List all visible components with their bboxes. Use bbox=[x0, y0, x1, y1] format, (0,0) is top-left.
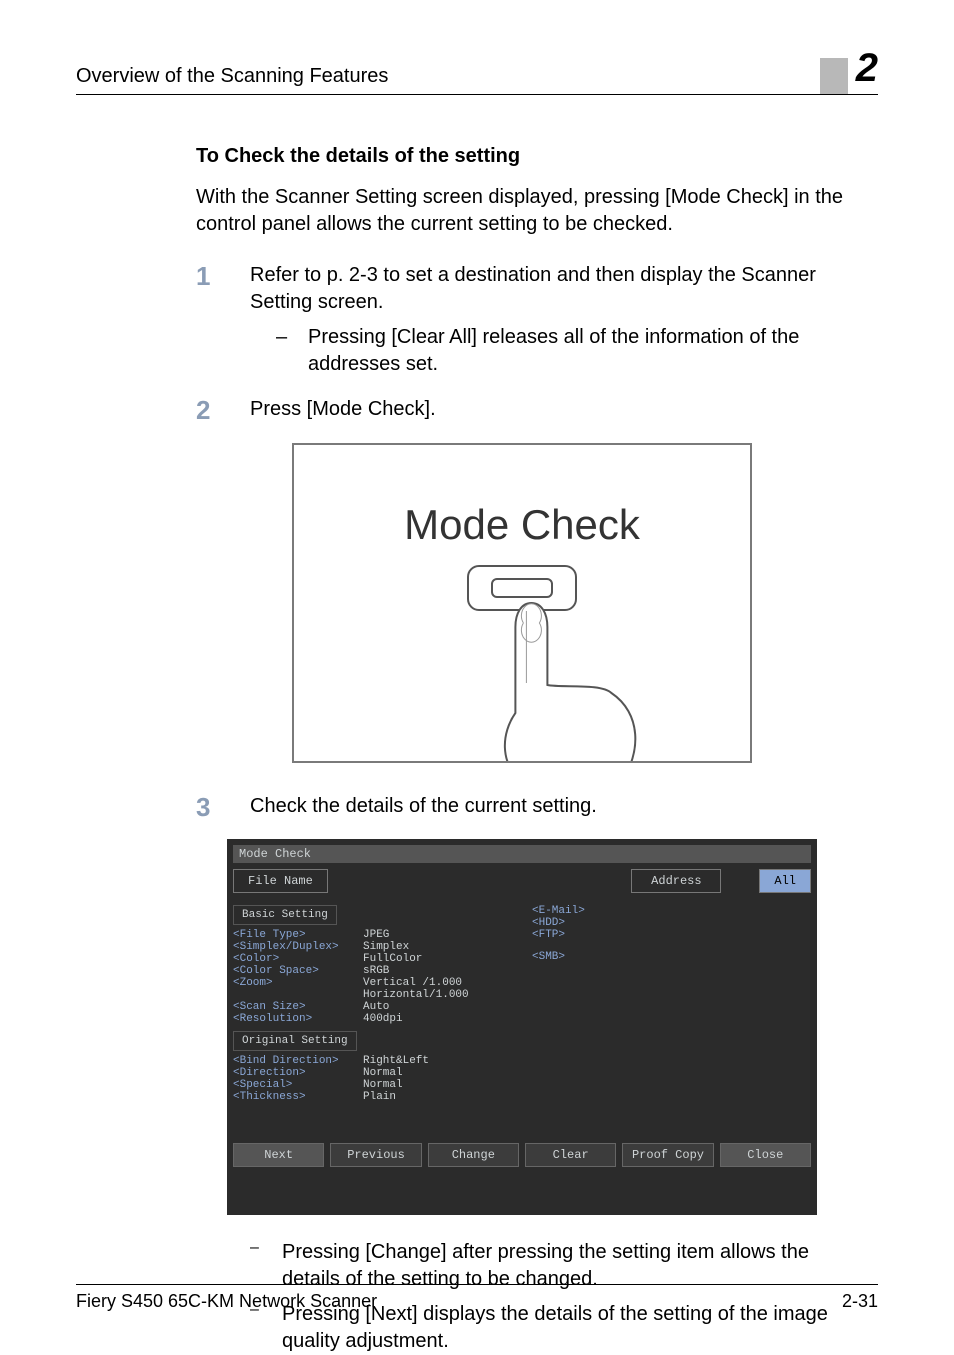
tab-all[interactable]: All bbox=[759, 869, 811, 893]
step-number: 1 bbox=[196, 262, 222, 378]
screen-tabs: File Name Address All bbox=[233, 869, 811, 893]
kv-resolution: <Resolution>400dpi bbox=[233, 1013, 512, 1025]
step-text: Refer to p. 2-3 to set a destination and… bbox=[250, 264, 816, 313]
tab-address[interactable]: Address bbox=[631, 869, 721, 893]
mode-check-illustration: Mode Check bbox=[292, 443, 752, 763]
header-title: Overview of the Scanning Features bbox=[76, 65, 388, 88]
footer-left: Fiery S450 65C-KM Network Scanner bbox=[76, 1291, 377, 1312]
basic-setting-heading: Basic Setting bbox=[233, 905, 337, 925]
section-heading: To Check the details of the setting bbox=[196, 145, 848, 168]
step-sub-text: Pressing [Clear All] releases all of the… bbox=[308, 324, 848, 378]
kv-color-space: <Color Space>sRGB bbox=[233, 965, 512, 977]
step-number: 2 bbox=[196, 396, 222, 425]
kv-color: <Color>FullColor bbox=[233, 953, 512, 965]
step-body: Press [Mode Check]. bbox=[250, 396, 848, 425]
page: Overview of the Scanning Features 2 To C… bbox=[0, 0, 954, 1352]
screen-footer: Next Previous Change Clear Proof Copy Cl… bbox=[233, 1143, 811, 1167]
illustration-label: Mode Check bbox=[294, 501, 750, 549]
screen-title: Mode Check bbox=[233, 845, 811, 863]
finger-icon bbox=[491, 593, 661, 763]
screen-left-col: Basic Setting <File Type>JPEG <Simplex/D… bbox=[233, 899, 512, 1103]
dash-icon: – bbox=[276, 324, 290, 378]
change-button[interactable]: Change bbox=[428, 1143, 519, 1167]
close-button[interactable]: Close bbox=[720, 1143, 811, 1167]
step-sub: – Pressing [Clear All] releases all of t… bbox=[250, 324, 848, 378]
previous-button[interactable]: Previous bbox=[330, 1143, 421, 1167]
step-text: Press [Mode Check]. bbox=[250, 398, 436, 420]
footer-right: 2-31 bbox=[842, 1291, 878, 1312]
kv-duplex: <Simplex/Duplex>Simplex bbox=[233, 941, 512, 953]
tab-file-name[interactable]: File Name bbox=[233, 869, 328, 893]
kv-special: <Special>Normal bbox=[233, 1079, 512, 1091]
kv-file-type: <File Type>JPEG bbox=[233, 929, 512, 941]
kv-thickness: <Thickness>Plain bbox=[233, 1091, 512, 1103]
addr-hdd: <HDD> bbox=[532, 917, 811, 929]
kv-direction: <Direction>Normal bbox=[233, 1067, 512, 1079]
original-setting-heading: Original Setting bbox=[233, 1031, 357, 1051]
kv-zoom: <Zoom>Vertical /1.000 bbox=[233, 977, 512, 989]
page-header: Overview of the Scanning Features 2 bbox=[76, 48, 878, 95]
step-2: 2 Press [Mode Check]. bbox=[196, 396, 848, 425]
next-button[interactable]: Next bbox=[233, 1143, 324, 1167]
addr-ftp: <FTP> bbox=[532, 929, 811, 941]
step-number: 3 bbox=[196, 793, 222, 822]
header-right: 2 bbox=[820, 48, 878, 88]
step-body: Check the details of the current setting… bbox=[250, 793, 848, 822]
content: To Check the details of the setting With… bbox=[76, 145, 878, 1355]
proof-copy-button[interactable]: Proof Copy bbox=[622, 1143, 713, 1167]
step-text: Check the details of the current setting… bbox=[250, 795, 597, 817]
kv-zoom2: Horizontal/1.000 bbox=[233, 989, 512, 1001]
screen-right-col: <E-Mail> <HDD> <FTP> <SMB> bbox=[532, 899, 811, 1103]
step-3: 3 Check the details of the current setti… bbox=[196, 793, 848, 822]
addr-smb: <SMB> bbox=[532, 951, 811, 963]
addr-email: <E-Mail> bbox=[532, 905, 811, 917]
kv-scan-size: <Scan Size>Auto bbox=[233, 1001, 512, 1013]
chapter-number: 2 bbox=[856, 48, 878, 88]
kv-bind: <Bind Direction>Right&Left bbox=[233, 1055, 512, 1067]
mode-check-screen: Mode Check File Name Address All Basic S… bbox=[227, 839, 817, 1215]
page-footer: Fiery S450 65C-KM Network Scanner 2-31 bbox=[76, 1284, 878, 1312]
intro-paragraph: With the Scanner Setting screen displaye… bbox=[196, 184, 848, 238]
clear-button[interactable]: Clear bbox=[525, 1143, 616, 1167]
screen-body: Basic Setting <File Type>JPEG <Simplex/D… bbox=[233, 899, 811, 1103]
step-1: 1 Refer to p. 2-3 to set a destination a… bbox=[196, 262, 848, 378]
chapter-tab bbox=[820, 58, 848, 94]
step-body: Refer to p. 2-3 to set a destination and… bbox=[250, 262, 848, 378]
